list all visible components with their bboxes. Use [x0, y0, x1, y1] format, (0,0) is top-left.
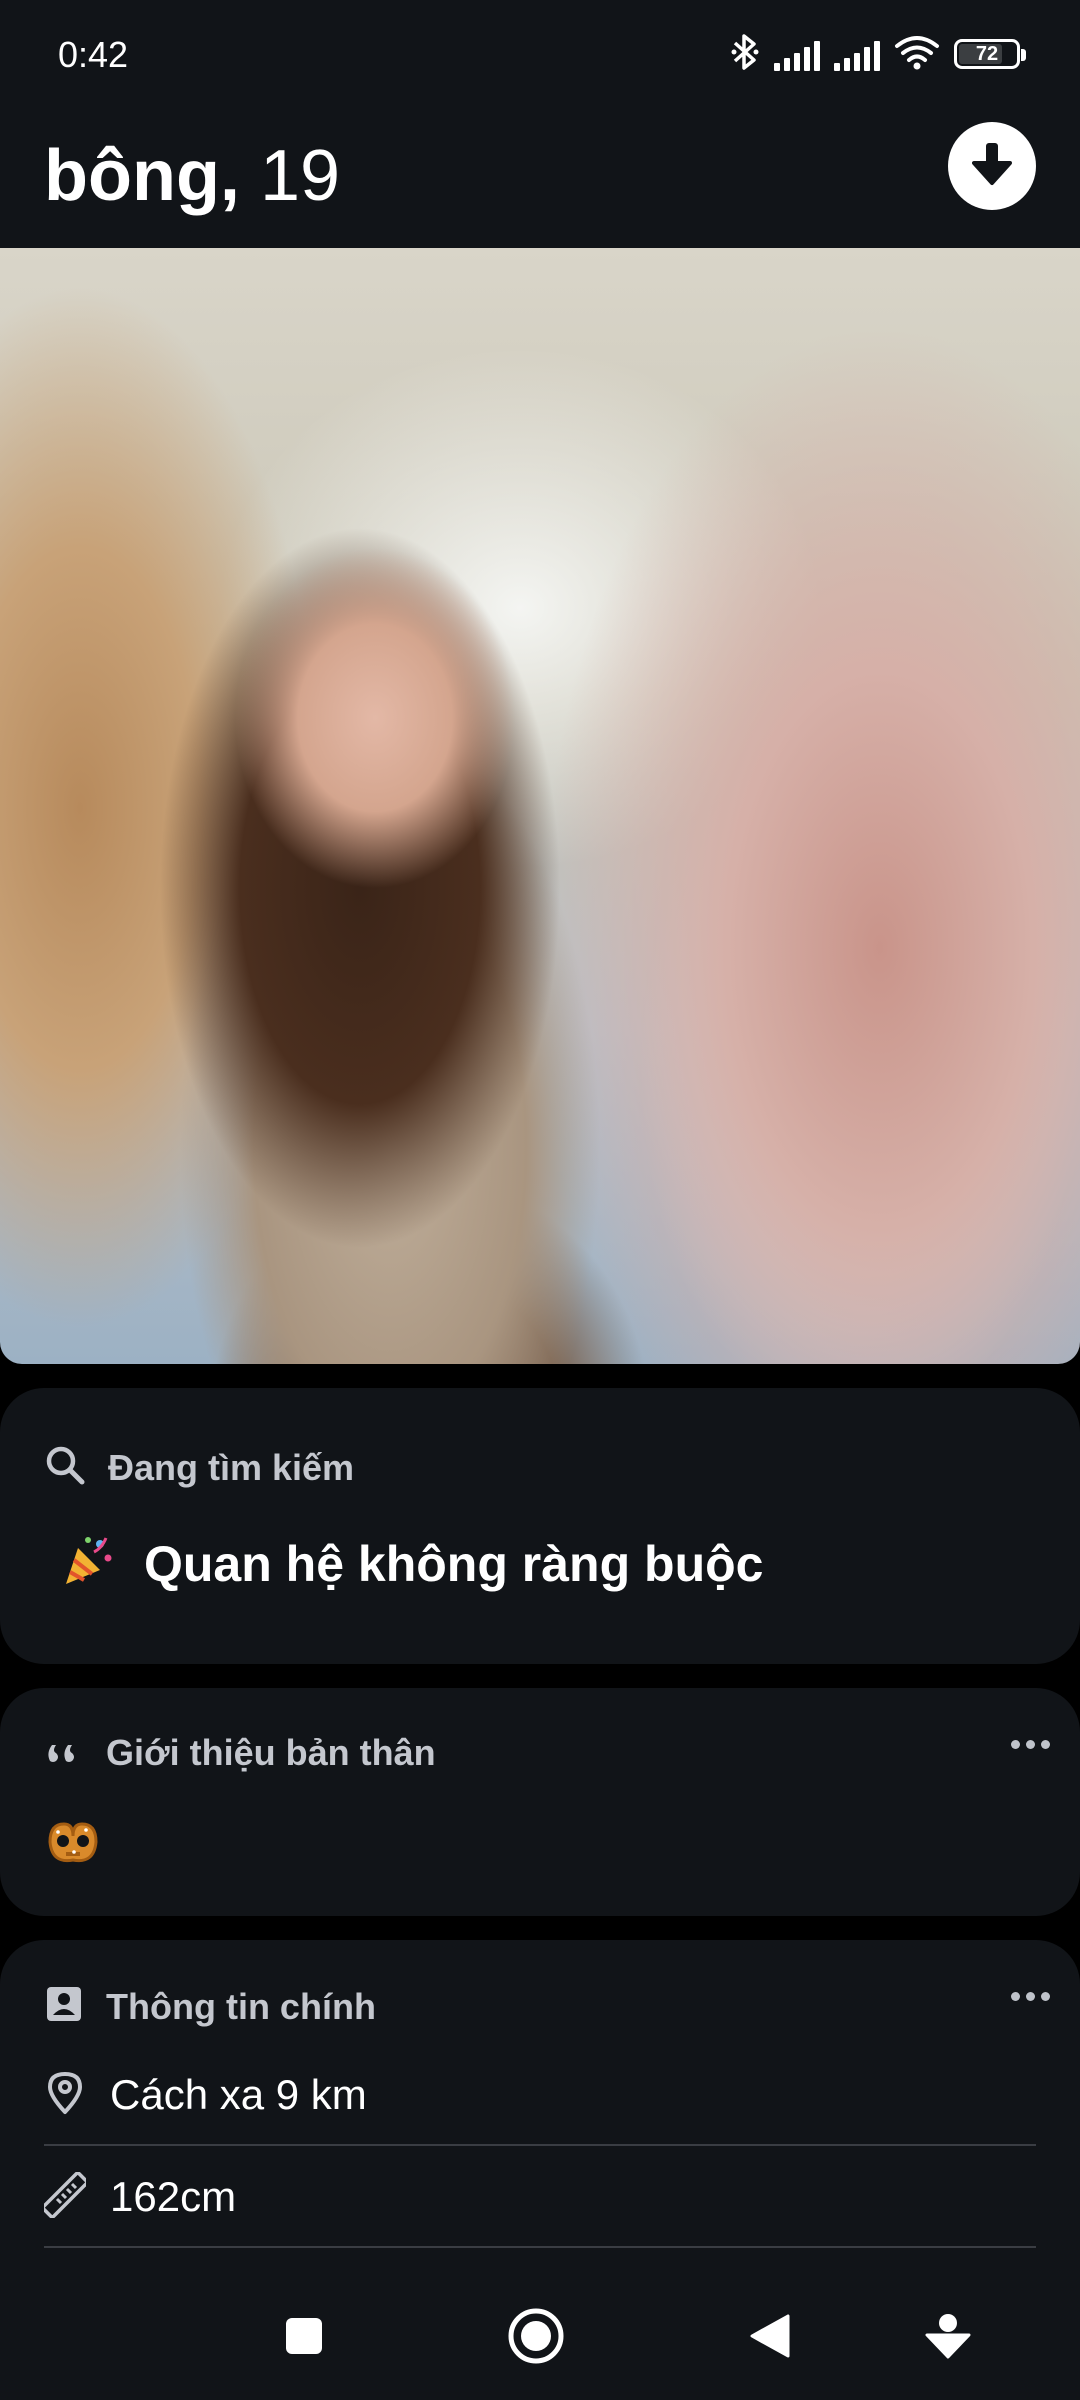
info-row-height: 162cm	[41, 2148, 1036, 2248]
battery-icon: 72	[954, 39, 1026, 69]
basic-info-title: Thông tin chính	[106, 1985, 376, 2027]
ruler-icon	[41, 2170, 89, 2223]
collapse-profile-button[interactable]	[948, 122, 1036, 210]
dropdown-icon	[923, 2311, 973, 2366]
looking-for-title: Đang tìm kiếm	[108, 1446, 355, 1488]
bio-header: Giới thiệu bản thân	[44, 1732, 436, 1774]
party-popper-icon	[60, 1534, 114, 1593]
pretzel-icon	[44, 1814, 102, 1873]
looking-for-header: Đang tìm kiếm	[44, 1444, 354, 1491]
bio-title: Giới thiệu bản thân	[106, 1732, 436, 1773]
looking-for-value-row: Quan hệ không ràng buộc	[60, 1534, 763, 1593]
basic-info-more-button[interactable]	[1011, 1992, 1050, 2001]
quote-icon	[44, 1735, 84, 1772]
status-time: 0:42	[58, 34, 129, 75]
profile-name: bông,	[44, 136, 240, 216]
location-pin-icon	[44, 2070, 86, 2121]
recents-icon	[284, 2316, 324, 2361]
home-icon	[506, 2306, 566, 2371]
battery-level: 72	[975, 42, 999, 65]
basic-info-header: Thông tin chính	[44, 1984, 376, 2029]
bio-more-button[interactable]	[1011, 1740, 1050, 1749]
home-button[interactable]	[500, 2302, 572, 2374]
dropdown-button[interactable]	[912, 2302, 984, 2374]
looking-for-card: Đang tìm kiếm Quan hệ không ràng buộc	[0, 1388, 1080, 1664]
profile-header: bông, 19	[0, 108, 1080, 248]
info-distance: Cách xa 9 km	[110, 2071, 367, 2118]
navigation-bar	[0, 2276, 1080, 2400]
bluetooth-icon	[730, 32, 760, 77]
info-row-distance: Cách xa 9 km	[44, 2046, 1036, 2146]
bio-card: Giới thiệu bản thân	[0, 1688, 1080, 1916]
status-icons: 72	[730, 30, 1026, 78]
arrow-down-icon	[972, 141, 1012, 192]
looking-for-value: Quan hệ không ràng buộc	[144, 1535, 764, 1592]
back-button[interactable]	[734, 2302, 806, 2374]
status-bar: 0:42 72	[0, 0, 1080, 108]
id-card-icon	[44, 1984, 84, 2029]
signal-icon	[774, 37, 820, 71]
back-icon	[748, 2312, 792, 2365]
recents-button[interactable]	[268, 2302, 340, 2374]
profile-age: 19	[259, 136, 341, 216]
info-height: 162cm	[110, 2173, 237, 2220]
signal-icon	[834, 37, 880, 71]
profile-title: bông, 19	[44, 126, 340, 226]
profile-photo[interactable]	[0, 248, 1080, 1364]
search-icon	[44, 1444, 86, 1491]
wifi-icon	[894, 34, 940, 75]
